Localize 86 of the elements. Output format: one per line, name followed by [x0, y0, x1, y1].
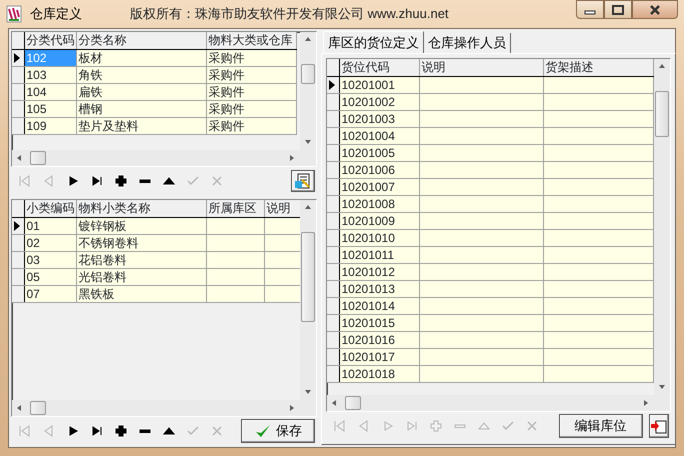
- table-cell: 10201006: [339, 161, 419, 178]
- edit-button[interactable]: 编辑库位: [558, 414, 642, 438]
- column-header[interactable]: 说明: [419, 59, 543, 76]
- table-cell: 垫片及垫料: [76, 117, 206, 134]
- report-button[interactable]: [291, 170, 315, 192]
- scroll-thumb[interactable]: [301, 64, 315, 84]
- vertical-scrollbar[interactable]: [300, 200, 316, 400]
- table-cell: 花铝卷料: [76, 251, 206, 268]
- table-cell: 采购件: [206, 49, 296, 66]
- table-cell: 黑铁板: [76, 285, 206, 302]
- app-icon: [6, 5, 22, 23]
- vertical-scrollbar[interactable]: [654, 59, 670, 395]
- table-cell: 10201002: [339, 93, 419, 110]
- window-title: 仓库定义: [30, 5, 82, 24]
- table-cell: 10201001: [339, 76, 419, 93]
- table-cell: 镀锌钢板: [76, 217, 206, 234]
- table-cell: 01: [24, 217, 76, 234]
- column-header[interactable]: 小类编码: [24, 200, 76, 217]
- column-header[interactable]: 所属库区: [206, 200, 264, 217]
- table-cell: 10201015: [339, 314, 419, 331]
- table-cell: 采购件: [206, 100, 296, 117]
- table-cell: 104: [24, 83, 76, 100]
- scroll-thumb[interactable]: [654, 91, 668, 137]
- table-cell: 不锈钢卷料: [76, 234, 206, 251]
- scroll-thumb[interactable]: [30, 151, 46, 165]
- table-cell: 10201018: [339, 365, 419, 382]
- close-button[interactable]: [632, 0, 678, 19]
- table-cell: 10201013: [339, 280, 419, 297]
- table-cell: 角铁: [76, 66, 206, 83]
- table-cell: 板材: [76, 49, 206, 66]
- table-cell: 光铝卷料: [76, 268, 206, 285]
- last-record-icon[interactable]: [90, 424, 104, 438]
- scroll-thumb[interactable]: [30, 401, 46, 415]
- close-icon: [649, 4, 661, 14]
- table-cell: 05: [24, 268, 76, 285]
- table-cell: 03: [24, 251, 76, 268]
- tab[interactable]: 库区的货位定义: [323, 31, 424, 53]
- table-cell: 采购件: [206, 83, 296, 100]
- export-button[interactable]: [648, 414, 668, 438]
- column-header[interactable]: 货位代码: [339, 59, 419, 76]
- column-header[interactable]: 说明: [264, 200, 300, 217]
- table-cell: 扁铁: [76, 83, 206, 100]
- table-cell: 10201016: [339, 331, 419, 348]
- table-cell: 10201014: [339, 297, 419, 314]
- horizontal-scrollbar[interactable]: [327, 395, 670, 411]
- maximize-icon: [612, 4, 624, 14]
- column-header[interactable]: 物料小类名称: [76, 200, 206, 217]
- save-button[interactable]: 保存: [241, 419, 315, 443]
- horizontal-scrollbar[interactable]: [12, 150, 316, 166]
- table-cell: 10201003: [339, 110, 419, 127]
- table-cell: 105: [24, 100, 76, 117]
- table-cell: 10201010: [339, 229, 419, 246]
- table-cell: 采购件: [206, 117, 296, 134]
- table-cell: 02: [24, 234, 76, 251]
- table-cell: 10201007: [339, 178, 419, 195]
- table-cell: 07: [24, 285, 76, 302]
- table-cell: 10201004: [339, 127, 419, 144]
- document-icon: [294, 172, 312, 190]
- table-cell: 槽钢: [76, 100, 206, 117]
- table-cell: 103: [24, 66, 76, 83]
- column-header[interactable]: 货架描述: [543, 59, 653, 76]
- column-header[interactable]: 物料大类或仓库: [206, 32, 296, 49]
- check-icon: [254, 423, 272, 439]
- plus-icon[interactable]: [114, 174, 128, 188]
- export-icon: [650, 418, 668, 434]
- scroll-thumb[interactable]: [345, 396, 361, 410]
- table-cell: 10201017: [339, 348, 419, 365]
- vertical-scrollbar[interactable]: [300, 32, 316, 150]
- tab[interactable]: 仓库操作人员: [424, 33, 511, 53]
- table-cell: 102: [24, 49, 76, 66]
- column-header[interactable]: 分类名称: [76, 32, 206, 49]
- scroll-thumb[interactable]: [301, 232, 315, 322]
- table-cell: 10201009: [339, 212, 419, 229]
- table-cell: 10201012: [339, 263, 419, 280]
- table-cell: 采购件: [206, 66, 296, 83]
- minimize-button[interactable]: [576, 0, 604, 19]
- table-cell: 10201008: [339, 195, 419, 212]
- maximize-button[interactable]: [604, 0, 632, 19]
- table-cell: 10201011: [339, 246, 419, 263]
- last-record-icon[interactable]: [90, 174, 104, 188]
- table-cell: 10201005: [339, 144, 419, 161]
- plus-icon[interactable]: [114, 424, 128, 438]
- horizontal-scrollbar[interactable]: [12, 400, 316, 416]
- copyright-text: 版权所有：珠海市助友软件开发有限公司 www.zhuu.net: [130, 5, 449, 24]
- column-header[interactable]: 分类代码: [24, 32, 76, 49]
- table-cell: 109: [24, 117, 76, 134]
